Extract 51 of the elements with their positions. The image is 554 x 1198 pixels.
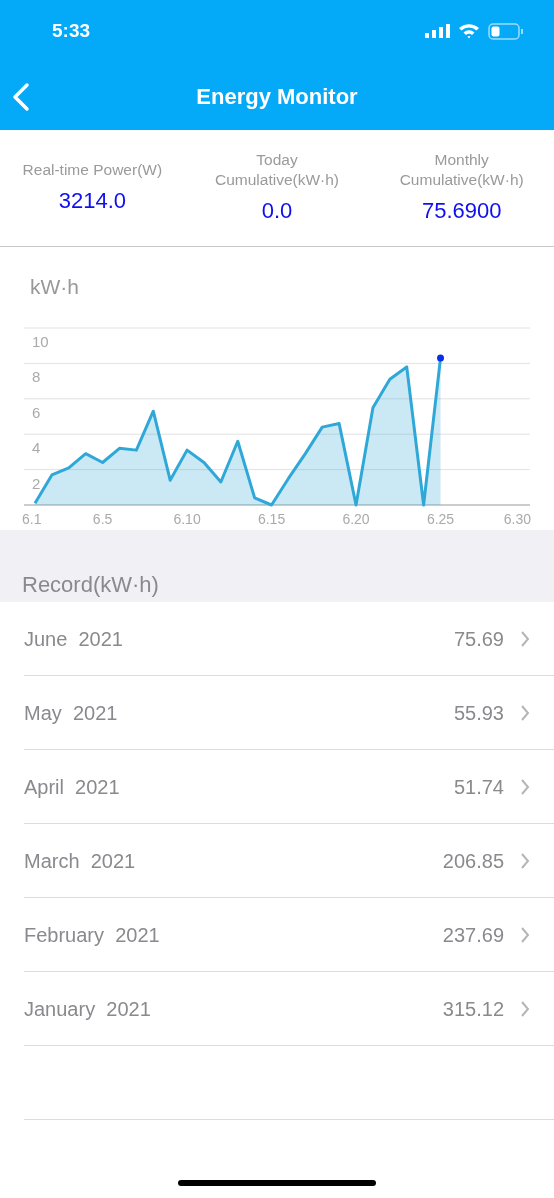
page-title: Energy Monitor	[196, 82, 358, 111]
stat-value: 3214.0	[58, 186, 126, 215]
x-tick-label: 6.20	[342, 511, 370, 527]
chart-unit-label: kW·h	[30, 275, 79, 298]
y-tick-label: 10	[32, 333, 49, 350]
chevron-icon	[520, 926, 530, 943]
status-time: 5:33	[52, 18, 91, 43]
x-tick-label: 6.30	[503, 511, 531, 527]
chevron-icon	[520, 852, 530, 869]
record-value: 51.74	[453, 774, 504, 800]
record-row[interactable]: January 2021 315.12	[24, 972, 554, 1046]
stat-value: 0.0	[261, 196, 293, 225]
back-button[interactable]	[10, 82, 32, 112]
y-tick-label: 8	[32, 368, 41, 386]
y-tick-label: 4	[32, 439, 41, 457]
record-row[interactable]: May 2021 55.93	[24, 676, 554, 750]
record-value: 315.12	[442, 996, 504, 1022]
record-row[interactable]: April 2021 51.74	[24, 750, 554, 824]
battery-icon	[488, 22, 524, 40]
chevron-icon	[520, 630, 530, 647]
y-tick-label: 2	[32, 474, 41, 492]
stat-label: Today Cumulative(kW·h)	[214, 149, 340, 190]
signal-icon	[425, 24, 450, 38]
wifi-icon	[458, 23, 480, 39]
chevron-icon	[520, 778, 530, 795]
y-tick-label: 6	[32, 403, 41, 421]
x-tick-label: 6.5	[92, 511, 113, 527]
month-label: April 2021	[24, 774, 121, 800]
section-header: Record(kW·h)	[22, 572, 159, 597]
point-marker	[437, 354, 444, 362]
record-value: 237.69	[442, 922, 504, 948]
x-tick-label: 6.10	[173, 511, 201, 527]
record-row[interactable]: June 2021 75.69	[24, 602, 554, 676]
month-label: March 2021	[24, 848, 137, 874]
chevron-icon	[520, 1000, 530, 1017]
month-label: June 2021	[24, 626, 124, 652]
month-label: February 2021	[24, 922, 161, 948]
x-tick-label: 6.1	[22, 511, 42, 527]
record-row[interactable]: March 2021 206.85	[24, 824, 554, 898]
record-value: 55.93	[453, 700, 504, 726]
stat-label: Real-time Power(W)	[22, 159, 163, 180]
stat-value: 75.6900	[421, 196, 502, 225]
record-value: 206.85	[442, 848, 504, 874]
stat-label: Monthly Cumulative(kW·h)	[398, 149, 525, 190]
x-tick-label: 6.25	[426, 511, 455, 527]
record-row[interactable]: February 2021 237.69	[24, 898, 554, 972]
month-label: May 2021	[24, 700, 119, 726]
chevron-icon	[520, 704, 530, 721]
record-value: 75.69	[453, 626, 504, 652]
x-tick-label: 6.15	[257, 511, 286, 527]
month-label: January 2021	[24, 996, 152, 1022]
